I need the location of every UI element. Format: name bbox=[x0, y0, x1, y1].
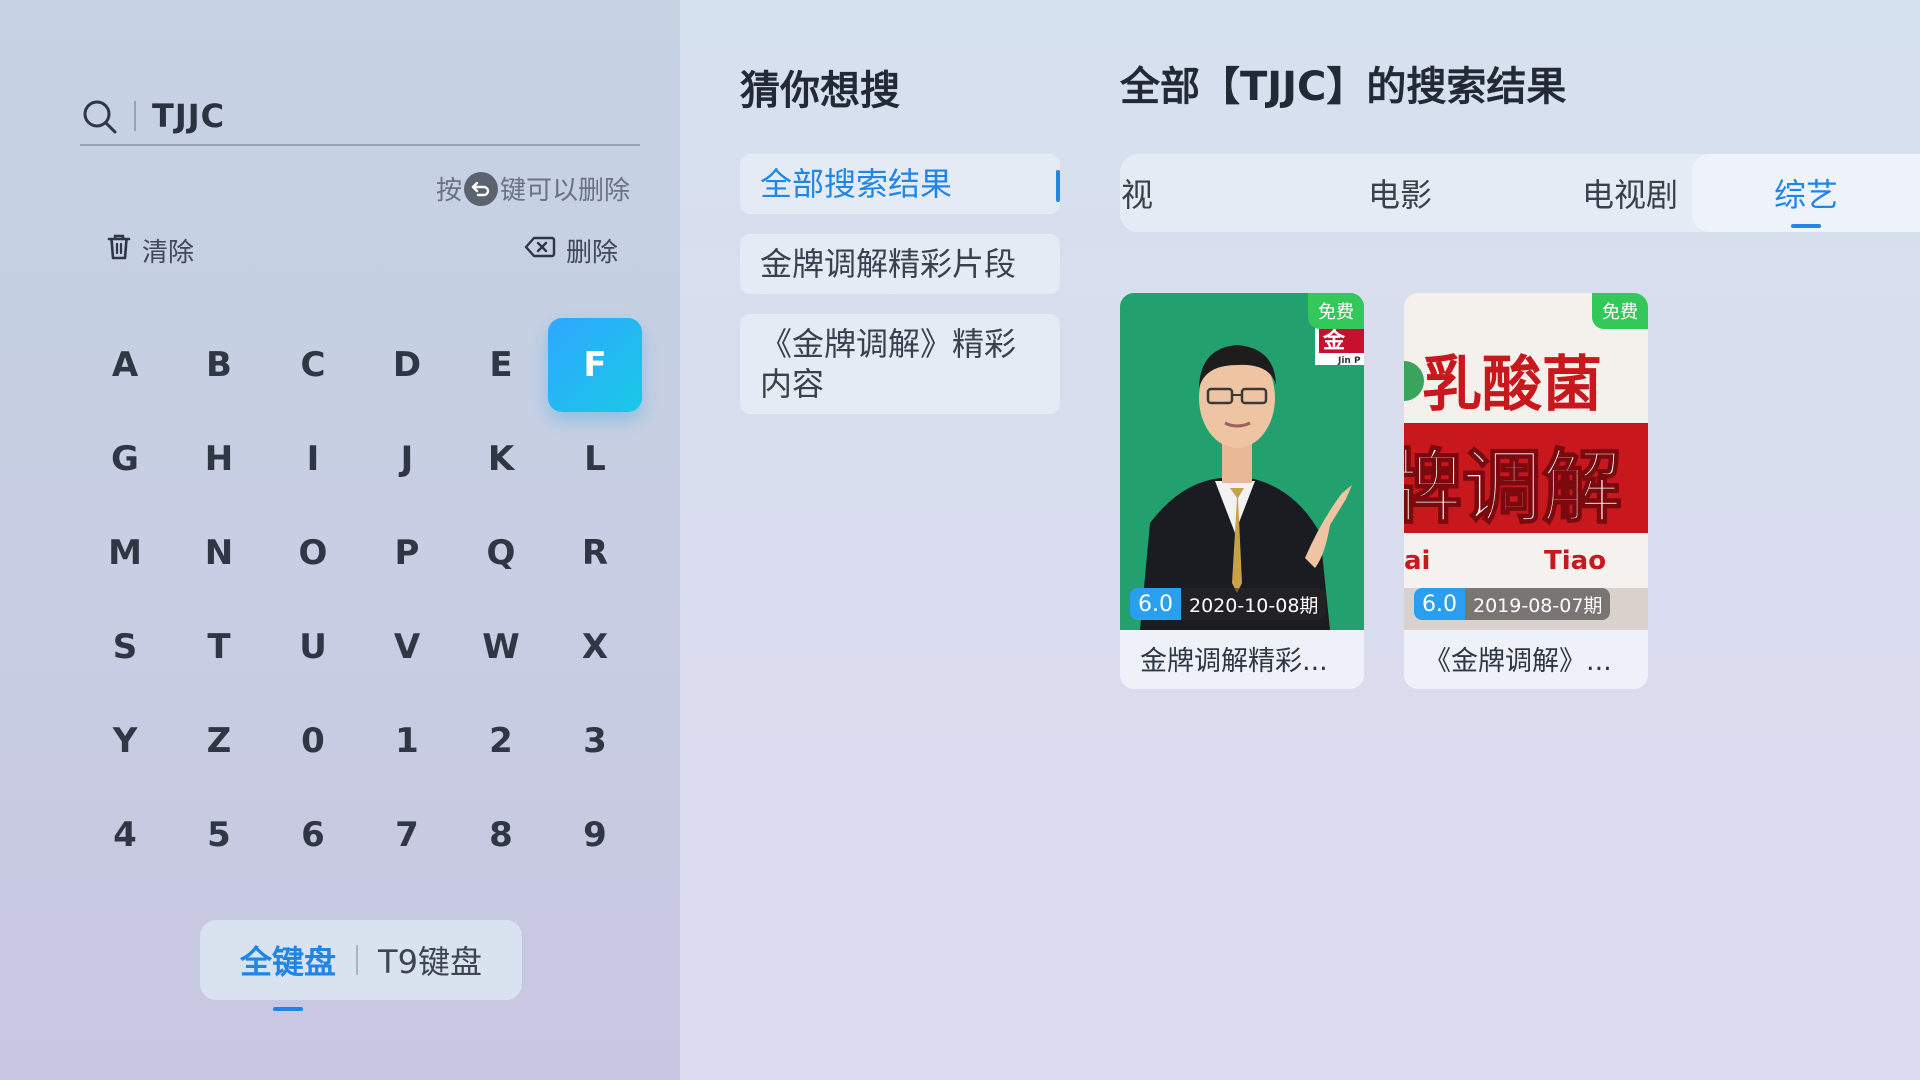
key-2[interactable]: 2 bbox=[454, 694, 548, 788]
key-k[interactable]: K bbox=[454, 412, 548, 506]
clear-label: 清除 bbox=[142, 238, 195, 268]
free-badge: 免费 bbox=[1308, 293, 1364, 329]
keyboard-actions: 清除 删除 bbox=[106, 232, 618, 269]
key-u[interactable]: U bbox=[266, 600, 360, 694]
key-0[interactable]: 0 bbox=[266, 694, 360, 788]
key-y[interactable]: Y bbox=[78, 694, 172, 788]
delete-hint: 按 键可以删除 bbox=[436, 170, 630, 207]
backspace-icon bbox=[524, 235, 556, 266]
key-b[interactable]: B bbox=[172, 318, 266, 412]
hint-suffix: 键可以删除 bbox=[499, 176, 630, 206]
key-l[interactable]: L bbox=[548, 412, 642, 506]
guess-title: 猜你想搜 bbox=[740, 68, 900, 114]
episode-date: 2020-10-08期 bbox=[1181, 588, 1327, 620]
key-v[interactable]: V bbox=[360, 600, 454, 694]
key-j[interactable]: J bbox=[360, 412, 454, 506]
hint-prefix: 按 bbox=[435, 176, 462, 206]
results-title: 全部【TJJC】的搜索结果 bbox=[1120, 64, 1567, 110]
category-tabs: 视电影 电视剧 综艺 bbox=[1120, 154, 1920, 232]
alphanumeric-keyboard: ABCDEF GHIJKL MNOPQR STUVWX YZ0123 456789 bbox=[78, 318, 642, 882]
card-meta: 6.0 2019-08-07期 bbox=[1414, 588, 1611, 620]
logo-text: 金 bbox=[1322, 328, 1346, 354]
card-meta: 6.0 2020-10-08期 bbox=[1130, 588, 1327, 620]
key-g[interactable]: G bbox=[78, 412, 172, 506]
key-6[interactable]: 6 bbox=[266, 788, 360, 882]
result-card[interactable]: 乳酸菌 牌调解 ai Tiao 免费 6.0 2019-08-07期 《金牌调解… bbox=[1404, 293, 1648, 689]
key-e[interactable]: E bbox=[454, 318, 548, 412]
guess-item[interactable]: 全部搜索结果 bbox=[740, 154, 1060, 214]
score-badge: 6.0 bbox=[1130, 588, 1181, 620]
key-i[interactable]: I bbox=[266, 412, 360, 506]
score-badge: 6.0 bbox=[1414, 588, 1465, 620]
key-s[interactable]: S bbox=[78, 600, 172, 694]
episode-date: 2019-08-07期 bbox=[1465, 588, 1611, 620]
result-card[interactable]: 金 Jin P 免费 6.0 2020-10-08期 金牌调解精彩... bbox=[1120, 293, 1364, 689]
card-title: 金牌调解精彩... bbox=[1140, 646, 1328, 677]
tab-2[interactable]: 电影 bbox=[1280, 154, 1520, 232]
full-keyboard-tab[interactable]: 全键盘 bbox=[220, 937, 356, 1011]
trash-icon bbox=[106, 233, 132, 268]
tab-4[interactable]: 综艺 bbox=[1692, 154, 1920, 232]
t9-keyboard-tab[interactable]: T9键盘 bbox=[358, 937, 502, 983]
tab-1[interactable]: 视 bbox=[1120, 154, 1154, 232]
guess-list: 全部搜索结果 金牌调解精彩片段《金牌调解》精彩内容 bbox=[740, 154, 1060, 434]
key-a[interactable]: A bbox=[78, 318, 172, 412]
logo-subtext: Jin P bbox=[1337, 356, 1361, 366]
key-n[interactable]: N bbox=[172, 506, 266, 600]
sign-mid-text: 牌调解 bbox=[1404, 441, 1622, 534]
card-thumbnail-host: 金 Jin P 免费 6.0 2020-10-08期 bbox=[1120, 293, 1364, 630]
clear-button[interactable]: 清除 bbox=[106, 232, 194, 269]
guess-item[interactable]: 金牌调解精彩片段 bbox=[740, 234, 1060, 294]
key-z[interactable]: Z bbox=[172, 694, 266, 788]
key-q[interactable]: Q bbox=[454, 506, 548, 600]
key-t[interactable]: T bbox=[172, 600, 266, 694]
key-p[interactable]: P bbox=[360, 506, 454, 600]
card-title: 《金牌调解》... bbox=[1424, 646, 1612, 677]
card-thumbnail-host: 乳酸菌 牌调解 ai Tiao 免费 6.0 2019-08-07期 bbox=[1404, 293, 1648, 630]
key-8[interactable]: 8 bbox=[454, 788, 548, 882]
key-x[interactable]: X bbox=[548, 600, 642, 694]
key-9[interactable]: 9 bbox=[548, 788, 642, 882]
search-divider bbox=[134, 101, 136, 131]
key-f[interactable]: F bbox=[548, 318, 642, 412]
key-3[interactable]: 3 bbox=[548, 694, 642, 788]
free-badge: 免费 bbox=[1592, 293, 1648, 329]
search-icon bbox=[82, 99, 117, 134]
guess-item[interactable]: 《金牌调解》精彩内容 bbox=[740, 314, 1060, 414]
key-r[interactable]: R bbox=[548, 506, 642, 600]
key-1[interactable]: 1 bbox=[360, 694, 454, 788]
keyboard-mode-switch: 全键盘 T9键盘 bbox=[200, 920, 522, 1011]
delete-label: 删除 bbox=[565, 238, 618, 268]
key-5[interactable]: 5 bbox=[172, 788, 266, 882]
delete-button[interactable]: 删除 bbox=[524, 232, 618, 269]
key-o[interactable]: O bbox=[266, 506, 360, 600]
search-query: TJJC bbox=[152, 97, 226, 135]
keyboard-panel: TJJC 按 键可以删除 清除 删除 A B C D E F G H I J K… bbox=[0, 0, 680, 1080]
sign-top-text: 乳酸菌 bbox=[1422, 350, 1602, 420]
key-d[interactable]: D bbox=[360, 318, 454, 412]
search-input[interactable]: TJJC bbox=[80, 88, 640, 146]
key-7[interactable]: 7 bbox=[360, 788, 454, 882]
key-c[interactable]: C bbox=[266, 318, 360, 412]
sign-bottom-right-text: Tiao bbox=[1544, 546, 1606, 576]
sign-bottom-left-text: ai bbox=[1404, 546, 1430, 576]
key-m[interactable]: M bbox=[78, 506, 172, 600]
back-key-icon bbox=[463, 171, 498, 206]
key-4[interactable]: 4 bbox=[78, 788, 172, 882]
key-w[interactable]: W bbox=[454, 600, 548, 694]
key-h[interactable]: H bbox=[172, 412, 266, 506]
